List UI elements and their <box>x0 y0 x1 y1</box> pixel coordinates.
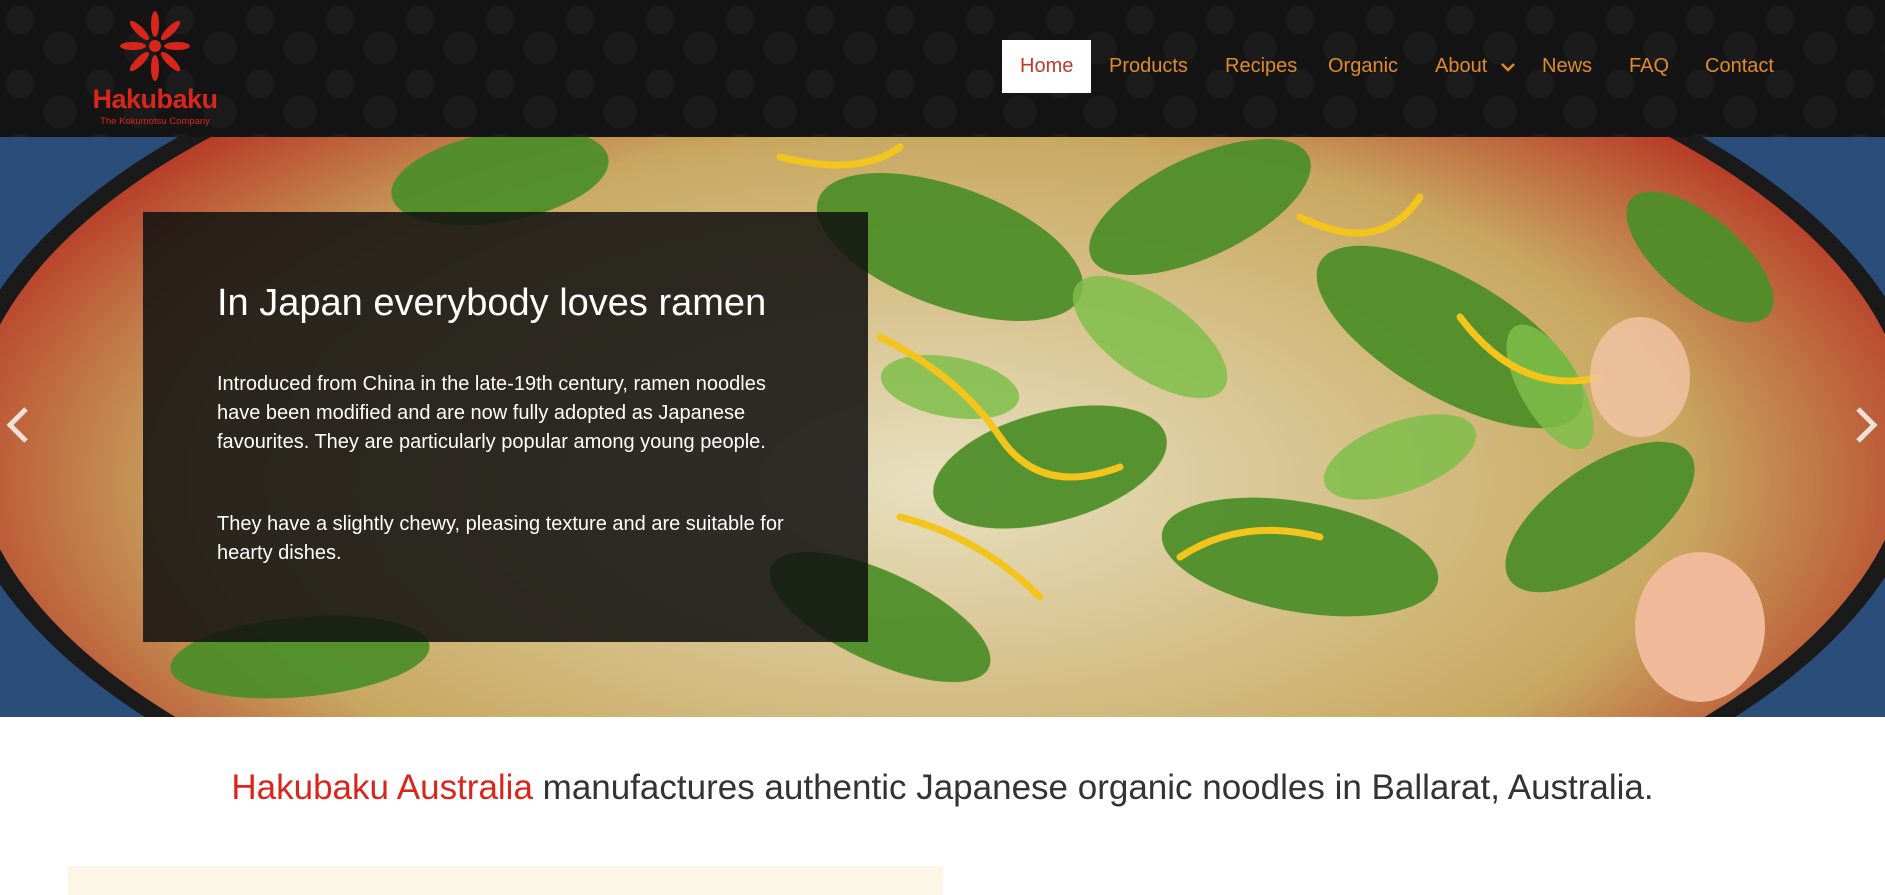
nav-home-label: Home <box>1020 55 1074 77</box>
hero-slider: In Japan everybody loves ramen Introduce… <box>0 137 1885 717</box>
chevron-left-icon <box>6 407 28 443</box>
logo-flower-icon <box>120 11 190 81</box>
nav-organic-label: Organic <box>1328 55 1399 77</box>
nav-faq-label: FAQ <box>1629 55 1670 77</box>
intro-statement: Hakubaku Australia manufactures authenti… <box>0 768 1885 808</box>
site-logo[interactable]: Hakubaku The Kokumotsu Company <box>92 8 218 132</box>
nav-about[interactable]: About <box>1435 40 1515 93</box>
hero-heading: In Japan everybody loves ramen <box>217 282 767 324</box>
chevron-down-icon <box>1500 62 1515 72</box>
nav-recipes-label: Recipes <box>1225 55 1298 77</box>
nav-news-label: News <box>1542 55 1593 77</box>
logo-wordmark: Hakubaku <box>92 84 218 114</box>
chevron-right-icon <box>1856 407 1878 443</box>
nav-products-label: Products <box>1109 55 1188 77</box>
nav-recipes[interactable]: Recipes <box>1225 40 1297 93</box>
hero-paragraph-1: Introduced from China in the late-19th c… <box>217 373 766 453</box>
nav-contact[interactable]: Contact <box>1705 40 1774 93</box>
nav-products[interactable]: Products <box>1109 40 1188 93</box>
slider-prev-button[interactable] <box>2 405 36 445</box>
hero-paragraph-2: They have a slightly chewy, pleasing tex… <box>217 513 784 564</box>
nav-about-label: About <box>1435 55 1488 77</box>
nav-home[interactable]: Home <box>1002 40 1092 93</box>
intro-text: manufactures authentic Japanese organic … <box>532 768 1654 807</box>
content-panel <box>68 866 943 895</box>
nav-news[interactable]: News <box>1542 40 1592 93</box>
site-header: Hakubaku The Kokumotsu Company Home Prod… <box>0 0 1885 137</box>
nav-faq[interactable]: FAQ <box>1629 40 1669 93</box>
hero-caption: In Japan everybody loves ramen Introduce… <box>143 212 868 642</box>
logo-tagline: The Kokumotsu Company <box>100 116 210 127</box>
slider-next-button[interactable] <box>1848 405 1882 445</box>
nav-organic[interactable]: Organic <box>1328 40 1398 93</box>
nav-contact-label: Contact <box>1705 55 1774 77</box>
intro-brand: Hakubaku Australia <box>231 768 533 807</box>
